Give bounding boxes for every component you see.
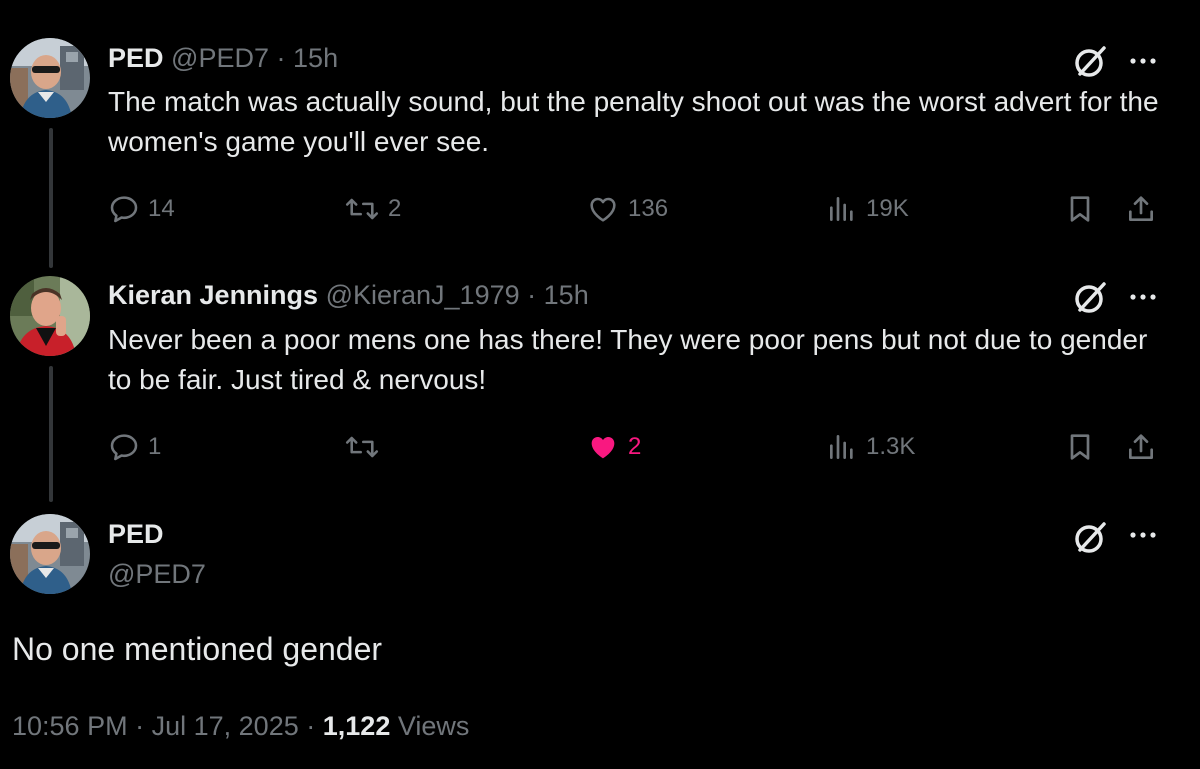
tweet-text: Never been a poor mens one has there! Th…: [108, 324, 1148, 395]
more-icon[interactable]: [1123, 277, 1163, 317]
reply-count: 1: [148, 433, 162, 460]
retweet-count: 2: [388, 195, 402, 222]
views-button[interactable]: 19K: [826, 192, 909, 226]
views-count: 19K: [866, 195, 909, 222]
reply-count: 14: [148, 195, 175, 222]
author-handle[interactable]: @PED7: [108, 557, 206, 591]
grok-icon[interactable]: [1071, 277, 1111, 317]
retweet-icon: [344, 193, 380, 225]
views-icon: [826, 431, 858, 463]
thread-line: [49, 366, 53, 502]
bookmark-icon: [1064, 193, 1096, 225]
reply-button[interactable]: 1: [108, 430, 161, 464]
author-name[interactable]: PED: [108, 517, 164, 551]
views-label: Views: [397, 711, 470, 741]
views-icon: [826, 193, 858, 225]
reply-icon: [108, 193, 140, 225]
tweet-text: The match was actually sound, but the pe…: [108, 86, 1159, 157]
bookmark-button[interactable]: [1064, 430, 1096, 464]
heart-icon: [586, 193, 620, 225]
like-count: 136: [628, 195, 669, 222]
author-handle[interactable]: @KieranJ_1979: [326, 280, 520, 310]
more-icon[interactable]: [1123, 41, 1163, 81]
heart-icon: [586, 431, 620, 463]
like-button[interactable]: 136: [586, 192, 668, 226]
views-count: 1,122: [322, 711, 391, 741]
tweet-time[interactable]: 15h: [544, 280, 589, 310]
separator: ·: [135, 711, 145, 741]
tweet-time[interactable]: 15h: [293, 43, 338, 73]
separator: ·: [527, 280, 537, 310]
tweet-header: Kieran Jennings @KieranJ_1979 · 15h: [108, 278, 589, 312]
author-handle[interactable]: @PED7: [171, 43, 269, 73]
author-name[interactable]: PED: [108, 43, 164, 73]
reply-icon: [108, 431, 140, 463]
tweet-time[interactable]: 10:56 PM: [12, 711, 128, 741]
share-icon: [1124, 193, 1158, 225]
separator: ·: [306, 711, 316, 741]
retweet-button[interactable]: 2: [344, 192, 401, 226]
bookmark-icon: [1064, 431, 1096, 463]
like-button[interactable]: 2: [586, 430, 641, 464]
views-count: 1.3K: [866, 433, 916, 460]
retweet-button[interactable]: [344, 430, 388, 464]
separator: ·: [276, 43, 286, 73]
tweet-header: PED @PED7 · 15h: [108, 41, 338, 75]
share-icon: [1124, 431, 1158, 463]
views-button[interactable]: 1.3K: [826, 430, 915, 464]
tweet-text: No one mentioned gender: [12, 631, 383, 667]
share-button[interactable]: [1124, 192, 1158, 226]
more-icon[interactable]: [1123, 515, 1163, 555]
avatar[interactable]: [10, 38, 90, 118]
bookmark-button[interactable]: [1064, 192, 1096, 226]
avatar[interactable]: [10, 514, 90, 594]
retweet-icon: [344, 431, 380, 463]
thread-line: [49, 128, 53, 268]
share-button[interactable]: [1124, 430, 1158, 464]
grok-icon[interactable]: [1071, 41, 1111, 81]
tweet-meta: 10:56 PM · Jul 17, 2025 · 1,122 Views: [12, 707, 469, 745]
avatar[interactable]: [10, 276, 90, 356]
like-count: 2: [628, 433, 642, 460]
tweet-date[interactable]: Jul 17, 2025: [152, 711, 299, 741]
reply-button[interactable]: 14: [108, 192, 175, 226]
author-name[interactable]: Kieran Jennings: [108, 280, 318, 310]
grok-icon[interactable]: [1071, 517, 1111, 557]
